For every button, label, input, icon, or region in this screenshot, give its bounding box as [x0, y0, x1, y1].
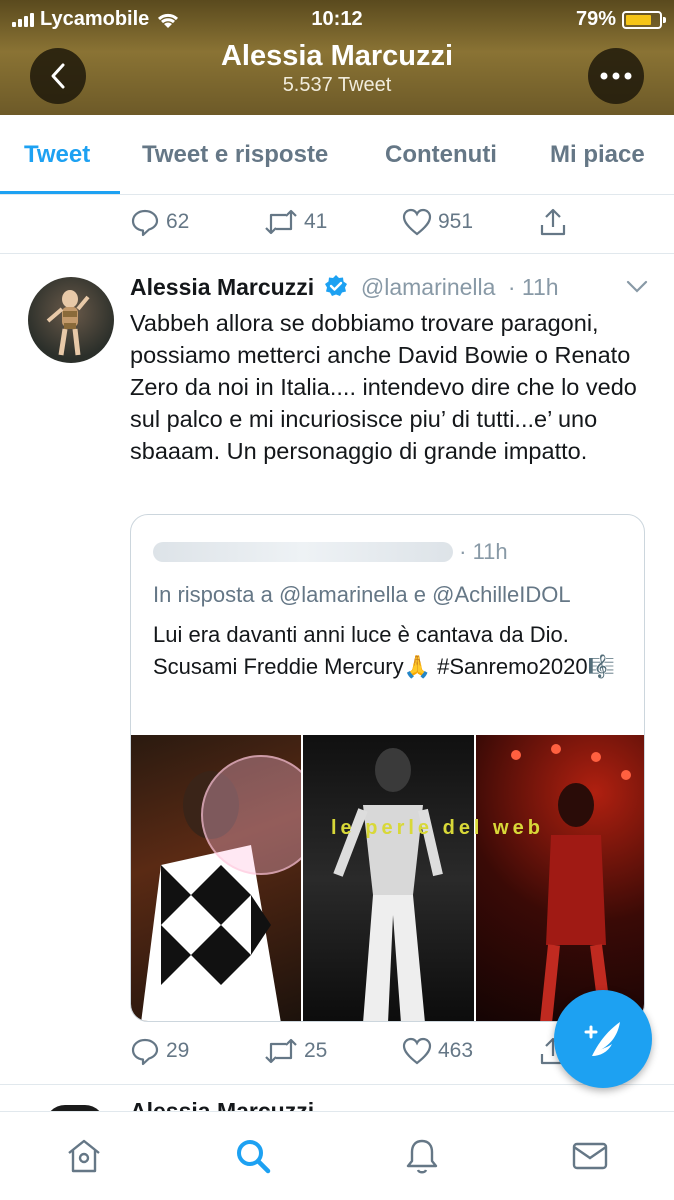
profile-tabs: Tweet Tweet e risposte Contenuti Mi piac… — [0, 115, 674, 195]
active-tab-indicator — [0, 191, 120, 194]
tab-tweet[interactable]: Tweet — [24, 141, 90, 169]
tab-mi-piace[interactable]: Mi piace — [550, 141, 645, 169]
status-time: 10:12 — [311, 8, 363, 30]
retweet-count: 25 — [304, 1039, 328, 1062]
quoted-tweet-text: Lui era davanti anni luce è cantava da D… — [153, 622, 615, 679]
tweet-handle[interactable]: @lamarinella — [361, 274, 496, 300]
retweet-button[interactable]: 41 — [264, 207, 327, 237]
share-icon — [540, 208, 566, 236]
quoted-tweet-header: · 11h — [153, 539, 508, 565]
nav-messages[interactable] — [568, 1134, 612, 1178]
reply-count: 62 — [166, 210, 190, 233]
quoted-tweet-time: · 11h — [459, 539, 508, 564]
performer-silhouette — [333, 748, 444, 1021]
heart-icon — [402, 1037, 432, 1065]
tweet-count: 5.537 Tweet — [282, 74, 392, 96]
divider — [0, 253, 674, 254]
profile-name: Alessia Marcuzzi — [220, 40, 454, 72]
retweet-icon — [265, 209, 297, 235]
share-button[interactable] — [538, 207, 568, 237]
reply-button[interactable]: 62 — [130, 207, 189, 237]
tweet-header: Alessia Marcuzzi @lamarinella · 11h — [130, 274, 559, 301]
reply-count: 29 — [166, 1039, 190, 1062]
tweet-author-name[interactable]: Alessia Marcuzzi — [130, 274, 314, 300]
next-tweet-author: Alessia Marcuzzi — [130, 1100, 314, 1111]
battery-percent: 79% — [575, 8, 616, 30]
bottom-nav — [0, 1111, 674, 1200]
retweet-button[interactable]: 25 — [264, 1036, 327, 1066]
next-tweet-author-name: Alessia Marcuzzi — [130, 1100, 314, 1111]
performer-silhouette — [510, 744, 631, 1021]
image-panel — [131, 735, 302, 1021]
tab-tweet-e-risposte[interactable]: Tweet e risposte — [142, 141, 328, 169]
notifications-icon — [406, 1139, 438, 1174]
reply-icon — [131, 209, 159, 237]
messages-icon — [572, 1142, 608, 1170]
image-panel — [301, 735, 476, 1021]
retweet-count: 41 — [304, 210, 328, 233]
compose-tweet-icon — [584, 1022, 620, 1056]
home-icon — [68, 1139, 100, 1173]
image-panel — [475, 735, 644, 1021]
nav-home[interactable] — [62, 1134, 106, 1178]
status-bar: Lycamobile 10:12 79% — [0, 0, 674, 36]
retweet-icon — [265, 1038, 297, 1064]
compose-tweet-button[interactable] — [554, 990, 652, 1088]
battery-info: 79% — [575, 8, 666, 31]
tab-contenuti[interactable]: Contenuti — [385, 141, 497, 169]
battery-icon — [622, 10, 666, 29]
like-button[interactable]: 951 — [402, 208, 473, 236]
quoted-tweet-image[interactable]: le perle del web — [131, 735, 644, 1021]
quoted-tweet[interactable]: · 11h In risposta a @lamarinella e @Achi… — [130, 514, 645, 1022]
like-count: 951 — [438, 210, 474, 233]
like-count: 463 — [438, 1039, 474, 1062]
search-icon — [237, 1140, 271, 1174]
prev-tweet-actions: 62 41 951 — [130, 202, 580, 242]
more-button[interactable] — [588, 48, 644, 104]
watermark-text: le perle del web — [331, 817, 544, 839]
profile-header: Lycamobile 10:12 79% Alessia Marcuzzi 5.… — [0, 0, 674, 115]
quoted-reply-to: In risposta a @lamarinella e @AchilleIDO… — [153, 582, 571, 607]
more-dots-icon — [600, 72, 632, 80]
tweet-time: · 11h — [507, 274, 559, 300]
battery-fill — [626, 14, 652, 25]
like-button[interactable]: 463 — [402, 1037, 473, 1065]
blurred-author — [153, 542, 453, 562]
verified-badge-icon — [325, 275, 348, 296]
avatar[interactable] — [28, 277, 114, 363]
divider — [0, 1084, 674, 1085]
reply-button[interactable]: 29 — [130, 1036, 189, 1066]
nav-notifications[interactable] — [400, 1134, 444, 1178]
heart-icon — [402, 208, 432, 236]
tweet-actions: 29 25 463 — [130, 1031, 580, 1071]
reply-icon — [131, 1038, 159, 1066]
nav-search[interactable] — [231, 1134, 275, 1178]
tweet-text: Vabbeh allora se dobbiamo trovare parago… — [130, 310, 637, 464]
chevron-down-icon[interactable] — [626, 280, 648, 294]
avatar-photo — [46, 290, 90, 356]
